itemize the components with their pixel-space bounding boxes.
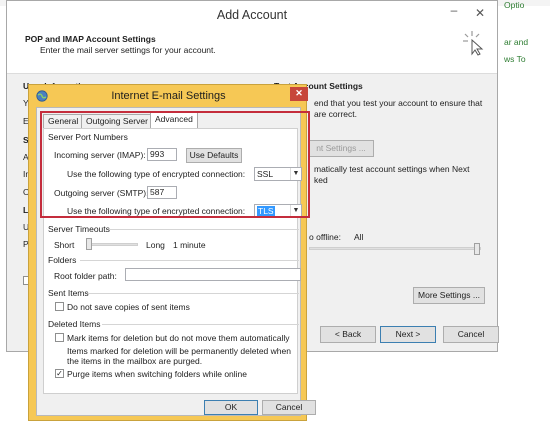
server-timeouts-heading: Server Timeouts — [48, 224, 110, 234]
purge-items-checkbox[interactable]: ✓ — [55, 369, 64, 378]
deletion-note: the items in the mailbox are purged. — [67, 356, 203, 366]
minimize-icon[interactable]: – — [443, 1, 465, 21]
test-description: are correct. — [314, 109, 357, 119]
timeout-short-label: Short — [54, 240, 75, 250]
internet-email-settings-dialog: Internet E-mail Settings ✕ General Outgo… — [28, 84, 316, 421]
cancel-button[interactable]: Cancel — [443, 326, 499, 343]
auto-test-label: matically test account settings when Nex… — [314, 164, 470, 174]
mark-for-deletion-label: Mark items for deletion but do not move … — [67, 333, 290, 343]
more-settings-button[interactable]: More Settings ... — [413, 287, 485, 304]
background-text: ar and — [504, 37, 529, 47]
no-copies-checkbox[interactable] — [55, 302, 64, 311]
divider — [88, 293, 299, 294]
cursor-sparkle-icon — [463, 31, 484, 56]
highlight-box — [40, 111, 310, 218]
timeout-slider-thumb[interactable] — [86, 238, 92, 250]
add-account-header: POP and IMAP Account Settings Enter the … — [7, 28, 497, 74]
deleted-items-heading: Deleted Items — [48, 319, 101, 329]
next-button[interactable]: Next > — [380, 326, 436, 343]
auto-test-label: ked — [314, 175, 328, 185]
test-account-settings-button[interactable]: nt Settings ... — [308, 140, 374, 157]
timeout-long-label: Long — [146, 240, 165, 250]
page-subheading: Enter the mail server settings for your … — [40, 45, 216, 55]
background-text: Optio — [504, 0, 525, 10]
mark-for-deletion-checkbox[interactable] — [55, 333, 64, 342]
timeout-slider-track[interactable] — [86, 243, 138, 246]
test-description: end that you test your account to ensure… — [314, 98, 483, 108]
timeout-value: 1 minute — [173, 240, 206, 250]
sent-items-heading: Sent Items — [48, 288, 89, 298]
ok-button[interactable]: OK — [204, 400, 258, 415]
close-icon[interactable]: ✕ — [290, 87, 308, 101]
purge-items-label: Purge items when switching folders while… — [67, 369, 248, 379]
page-heading: POP and IMAP Account Settings — [25, 34, 156, 44]
background-text: ws To — [504, 54, 526, 64]
dialog-title: Internet E-mail Settings — [111, 90, 226, 102]
divider — [102, 324, 299, 325]
offline-label: o offline: — [309, 232, 341, 242]
offline-slider-track[interactable] — [309, 247, 481, 250]
deletion-note: Items marked for deletion will be perman… — [67, 346, 291, 356]
no-copies-label: Do not save copies of sent items — [67, 302, 190, 312]
offline-value: All — [354, 232, 364, 242]
back-button[interactable]: < Back — [320, 326, 376, 343]
window-title: Add Account — [216, 8, 288, 22]
dialog-client-area: General Outgoing Server Advanced Server … — [36, 107, 316, 416]
folders-heading: Folders — [48, 255, 77, 265]
cancel-button[interactable]: Cancel — [262, 400, 316, 415]
divider — [109, 229, 299, 230]
root-folder-label: Root folder path: — [54, 271, 117, 281]
root-folder-input[interactable] — [125, 268, 301, 281]
divider — [80, 260, 299, 261]
close-icon[interactable]: ✕ — [469, 3, 491, 23]
offline-slider-thumb[interactable] — [474, 243, 480, 255]
